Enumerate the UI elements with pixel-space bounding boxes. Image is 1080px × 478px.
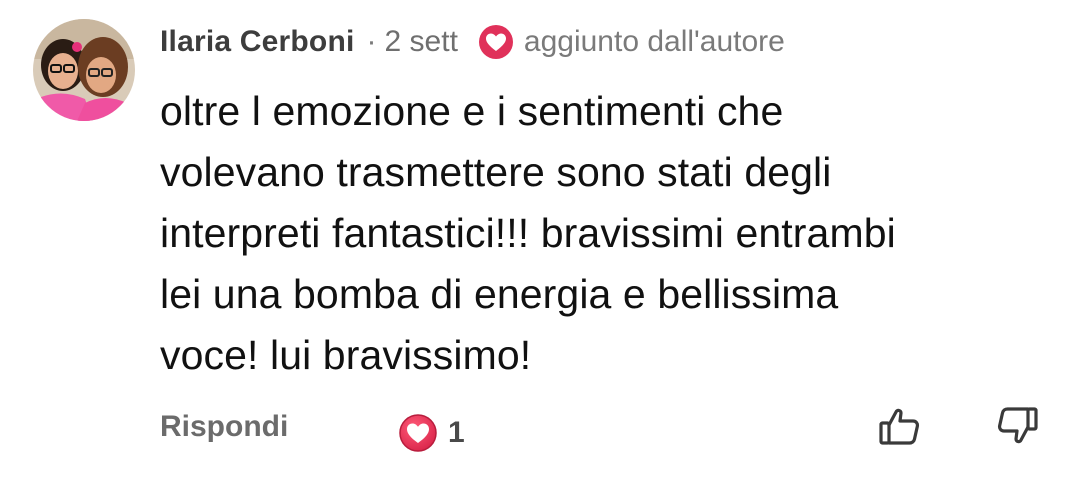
comment-meta: Ilaria Cerboni · 2 sett aggiunto dall'au… — [160, 20, 785, 64]
thumb-up-icon[interactable] — [878, 404, 922, 448]
heart-icon — [398, 413, 438, 453]
thumb-down-icon[interactable] — [995, 404, 1039, 448]
author-name[interactable]: Ilaria Cerboni — [160, 25, 355, 59]
heart-icon — [478, 24, 514, 60]
like-count: 1 — [448, 416, 465, 449]
meta-separator: · — [366, 25, 377, 58]
avatar-image — [33, 19, 135, 121]
avatar[interactable] — [33, 19, 135, 121]
author-tag: aggiunto dall'autore — [523, 25, 785, 58]
reply-button[interactable]: Rispondi — [160, 410, 288, 444]
like-counter[interactable]: 1 — [398, 410, 465, 456]
comment-time: 2 sett — [384, 25, 458, 58]
comment-text: oltre l emozione e i sentimenti che vole… — [160, 88, 896, 378]
comment-card: Ilaria Cerboni · 2 sett aggiunto dall'au… — [0, 0, 1080, 478]
